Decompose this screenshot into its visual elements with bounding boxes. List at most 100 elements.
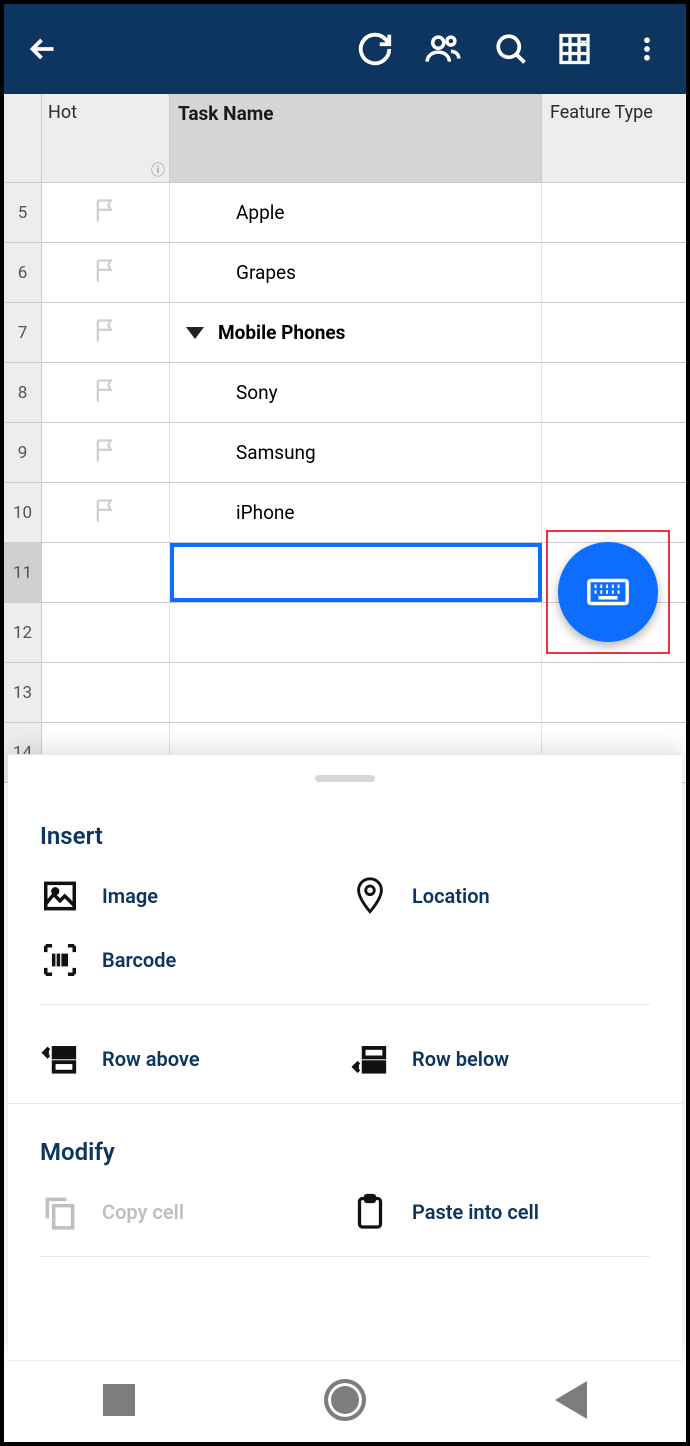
cell-feature[interactable] (542, 663, 686, 722)
cell-task[interactable]: iPhone (170, 483, 542, 542)
fab-highlight (546, 530, 670, 654)
cell-hot[interactable] (42, 363, 170, 422)
more-button[interactable] (616, 18, 678, 80)
flag-icon (92, 377, 120, 409)
cell-feature[interactable] (542, 303, 686, 362)
row-number[interactable]: 11 (4, 543, 42, 602)
cell-feature[interactable] (542, 363, 686, 422)
row-below-icon (350, 1039, 390, 1079)
option-label: Paste into cell (412, 1200, 539, 1224)
task-text: Mobile Phones (218, 321, 345, 344)
row-number[interactable]: 8 (4, 363, 42, 422)
view-button[interactable] (548, 18, 610, 80)
flag-icon (92, 197, 120, 229)
nav-home[interactable] (324, 1379, 366, 1421)
copy-cell: Copy cell (40, 1192, 340, 1232)
row-number[interactable]: 12 (4, 603, 42, 662)
option-label: Row below (412, 1047, 509, 1071)
image-icon (40, 876, 80, 916)
option-label: Row above (102, 1047, 200, 1071)
insert-row-below[interactable]: Row below (350, 1039, 650, 1079)
flag-icon (92, 317, 120, 349)
refresh-button[interactable] (344, 18, 406, 80)
row-number[interactable]: 13 (4, 663, 42, 722)
row-number[interactable]: 7 (4, 303, 42, 362)
insert-section-title: Insert (40, 822, 650, 850)
location-icon (350, 876, 390, 916)
cell-task[interactable]: Samsung (170, 423, 542, 482)
col-header-feature[interactable]: Feature Type (542, 94, 686, 182)
row-number[interactable]: 5 (4, 183, 42, 242)
insert-row-above[interactable]: Row above (40, 1039, 340, 1079)
col-header-hot[interactable]: Hot ⓘ (42, 94, 170, 182)
flag-icon (92, 437, 120, 469)
task-text: Apple (236, 201, 284, 224)
keyboard-fab[interactable] (558, 542, 658, 642)
table-row: 9 Samsung (4, 423, 686, 483)
nav-overview[interactable] (103, 1384, 135, 1416)
table-row: 6 Grapes (4, 243, 686, 303)
task-text: iPhone (236, 501, 294, 524)
nav-back[interactable] (555, 1381, 587, 1419)
spreadsheet-grid: Hot ⓘ Task Name Feature Type 5 Apple 6 Grap… (4, 94, 686, 783)
row-number[interactable]: 10 (4, 483, 42, 542)
col-header-label: Feature Type (550, 102, 653, 123)
info-icon: ⓘ (151, 160, 165, 180)
android-navbar (8, 1360, 682, 1438)
people-button[interactable] (412, 18, 474, 80)
cell-feature[interactable] (542, 183, 686, 242)
row-above-icon (40, 1039, 80, 1079)
cell-task[interactable]: Mobile Phones (170, 303, 542, 362)
cell-task[interactable] (170, 603, 542, 662)
collapse-icon[interactable] (186, 327, 204, 339)
flag-icon (92, 497, 120, 529)
corner-cell[interactable] (4, 94, 42, 182)
insert-image[interactable]: Image (40, 876, 340, 916)
table-row: 8 Sony (4, 363, 686, 423)
cell-task[interactable]: Sony (170, 363, 542, 422)
paste-icon (350, 1192, 390, 1232)
table-row: 13 (4, 663, 686, 723)
cell-hot[interactable] (42, 303, 170, 362)
modify-section-title: Modify (40, 1138, 650, 1166)
cell-task[interactable] (170, 663, 542, 722)
cell-feature[interactable] (542, 423, 686, 482)
task-text: Sony (236, 381, 278, 404)
table-row: 5 Apple (4, 183, 686, 243)
cell-feature[interactable] (542, 243, 686, 302)
row-number[interactable]: 9 (4, 423, 42, 482)
app-header (4, 4, 686, 94)
cell-hot[interactable] (42, 423, 170, 482)
cell-hot[interactable] (42, 483, 170, 542)
col-header-label: Task Name (178, 102, 273, 125)
option-label: Image (102, 884, 158, 908)
insert-location[interactable]: Location (350, 876, 650, 916)
cell-task[interactable]: Apple (170, 183, 542, 242)
col-header-label: Hot (48, 102, 77, 123)
cell-hot[interactable] (42, 543, 170, 602)
cell-hot[interactable] (42, 603, 170, 662)
col-header-task[interactable]: Task Name (170, 94, 542, 182)
bottom-sheet: Insert Image Location Barcode (8, 754, 682, 1360)
back-button[interactable] (12, 18, 74, 80)
cell-hot[interactable] (42, 243, 170, 302)
divider (8, 1103, 682, 1104)
task-text: Samsung (236, 441, 316, 464)
option-label: Location (412, 884, 490, 908)
divider (40, 1004, 650, 1005)
cell-task[interactable] (170, 543, 542, 602)
barcode-icon (40, 940, 80, 980)
task-text: Grapes (236, 261, 296, 284)
keyboard-icon (585, 569, 631, 615)
copy-icon (40, 1192, 80, 1232)
option-label: Barcode (102, 948, 176, 972)
cell-hot[interactable] (42, 663, 170, 722)
table-row: 7 Mobile Phones (4, 303, 686, 363)
row-number[interactable]: 6 (4, 243, 42, 302)
insert-barcode[interactable]: Barcode (40, 940, 340, 980)
cell-hot[interactable] (42, 183, 170, 242)
sheet-handle[interactable] (315, 775, 375, 782)
search-button[interactable] (480, 18, 542, 80)
cell-task[interactable]: Grapes (170, 243, 542, 302)
paste-cell[interactable]: Paste into cell (350, 1192, 650, 1232)
